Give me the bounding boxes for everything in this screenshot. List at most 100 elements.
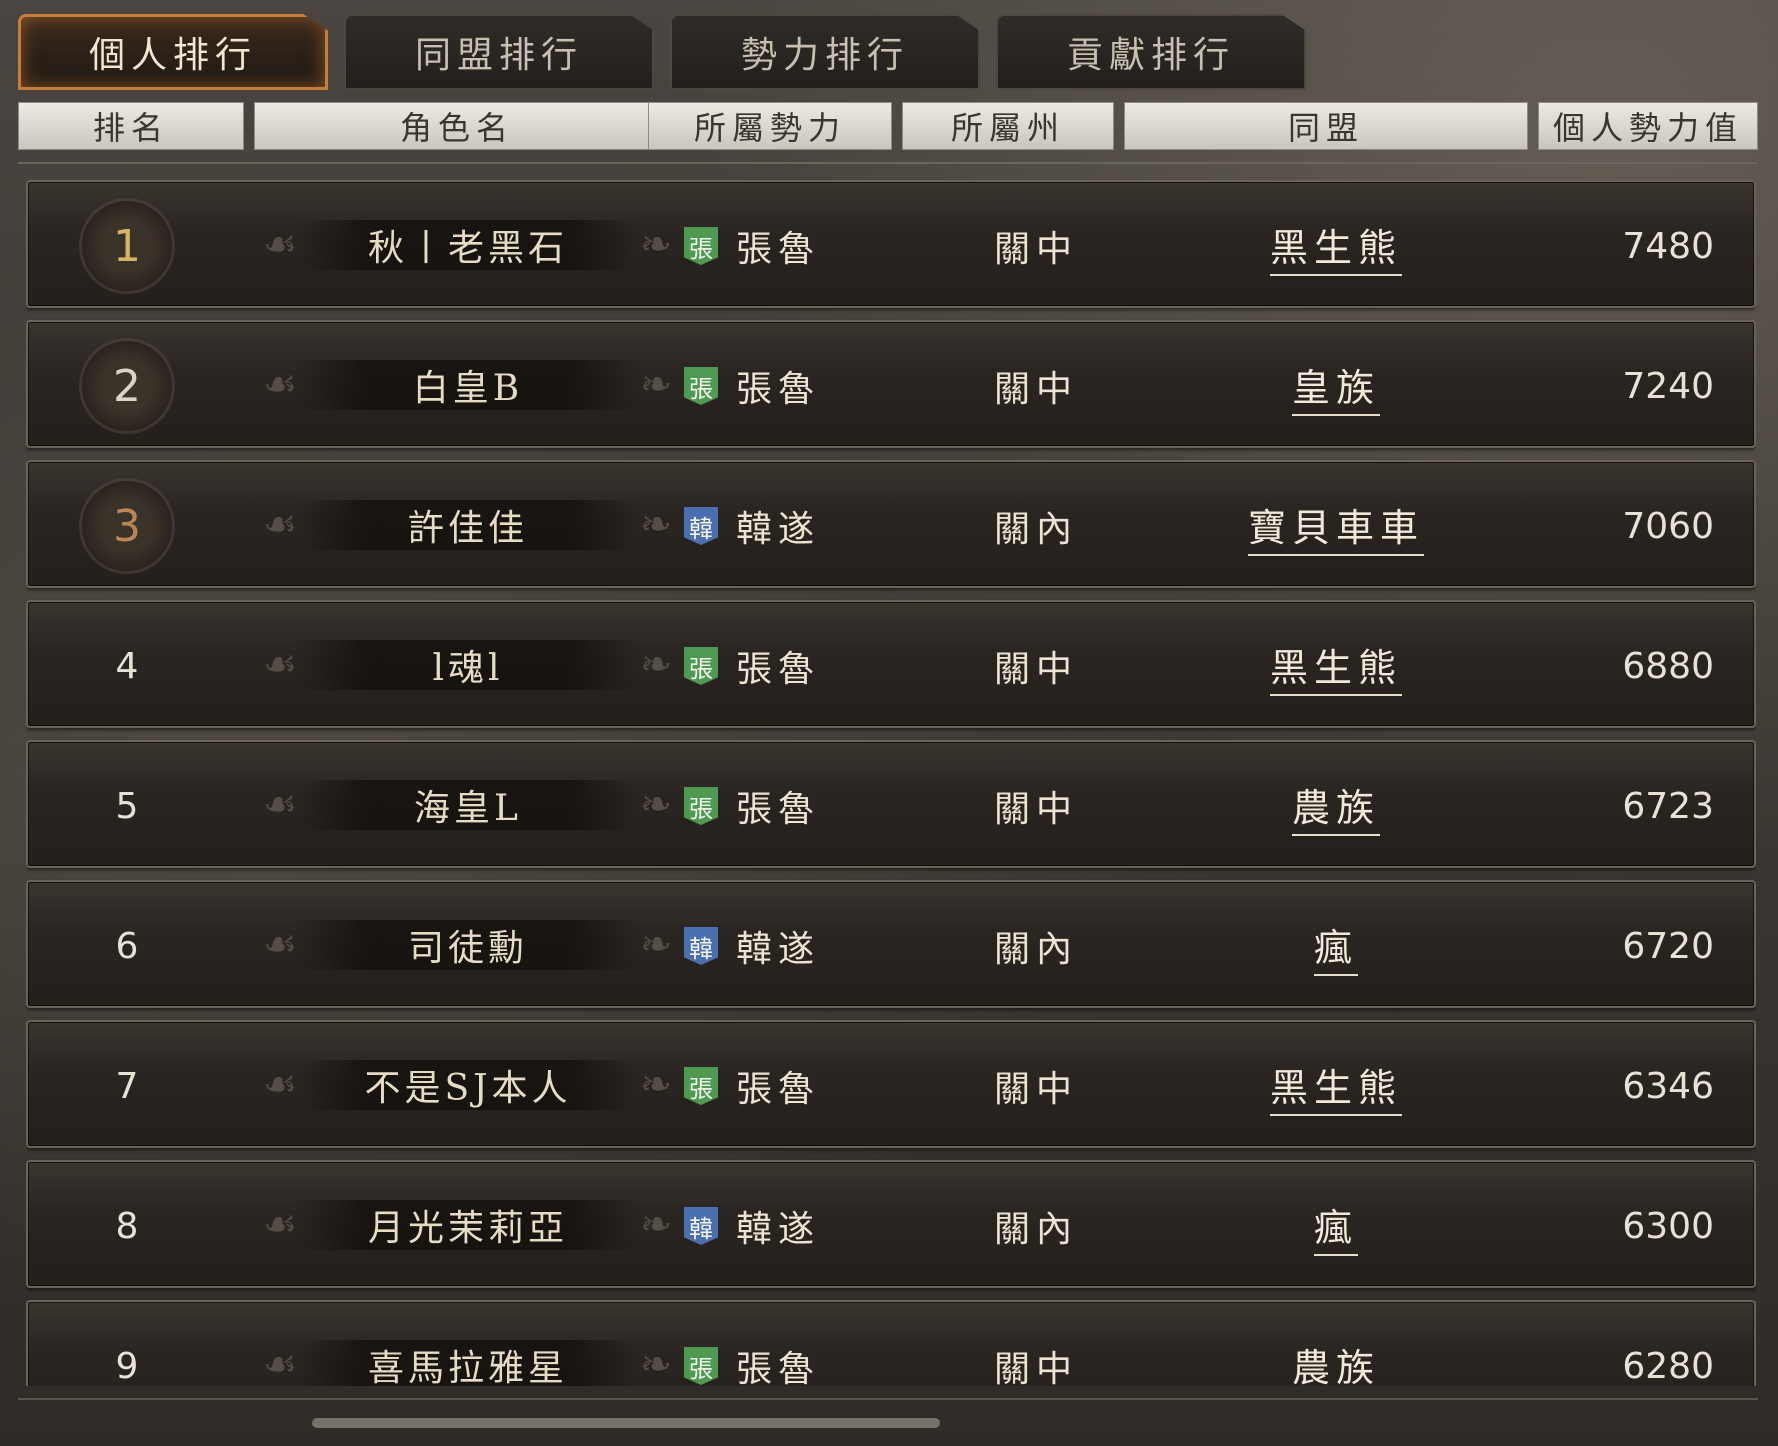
faction-cell: 張張魯: [684, 1060, 820, 1112]
faction-cell: 韓韓遂: [684, 1200, 820, 1252]
table-row[interactable]: 3 ☙ ❧ 許佳佳韓韓遂 關內 寶貝車車 7060: [26, 460, 1756, 588]
column-header-name[interactable]: 角色名: [254, 102, 660, 150]
power-value: 6300: [1622, 1205, 1714, 1247]
alliance-link[interactable]: 黑生熊: [1269, 217, 1402, 276]
power-value: 7060: [1622, 505, 1714, 547]
alliance-link[interactable]: 黑生熊: [1269, 637, 1402, 696]
power-value: 7480: [1622, 225, 1714, 267]
tab-faction-ranking[interactable]: 勢力排行: [670, 14, 980, 90]
region-name: 關中: [993, 1349, 1078, 1386]
column-header-faction[interactable]: 所屬勢力: [648, 102, 892, 150]
rank-number: 3: [82, 481, 172, 571]
alliance-link[interactable]: 黑生熊: [1269, 1057, 1402, 1116]
player-name[interactable]: 不是SJ本人: [258, 1056, 678, 1114]
power-value: 6346: [1622, 1065, 1714, 1107]
alliance-cell: 黑生熊: [1126, 1057, 1546, 1116]
ranking-tabs: 個人排行 同盟排行 勢力排行 貢獻排行: [18, 14, 1758, 90]
region-name: 關中: [993, 649, 1078, 690]
rank-number: 8: [115, 1205, 139, 1247]
faction-name: 張魯: [736, 229, 821, 270]
faction-badge-icon: 張: [684, 647, 718, 685]
player-name[interactable]: 喜馬拉雅星: [258, 1336, 678, 1386]
player-name[interactable]: 許佳佳: [258, 496, 678, 554]
faction-name: 張魯: [736, 1069, 821, 1110]
tab-alliance-ranking[interactable]: 同盟排行: [344, 14, 654, 90]
region-name: 關內: [993, 1209, 1078, 1250]
rank-number: 1: [82, 201, 172, 291]
player-name-cell: ☙ ❧ 不是SJ本人: [258, 1056, 678, 1114]
faction-name: 韓遂: [736, 929, 821, 970]
table-row[interactable]: 2 ☙ ❧ 白皇B 張張魯 關中 皇族 7240: [26, 320, 1756, 448]
rank-number: 7: [115, 1065, 139, 1107]
faction-cell: 張張魯: [684, 780, 820, 832]
region-name: 關內: [993, 509, 1078, 550]
power-value: 7240: [1622, 365, 1714, 407]
faction-cell: 張張魯: [684, 220, 820, 272]
faction-name: 韓遂: [736, 1209, 821, 1250]
faction-cell: 韓韓遂: [684, 920, 820, 972]
ranking-list[interactable]: 1 ☙ ❧ 秋丨老黑石張張魯 關中 黑生熊 7480 2 ☙ ❧ 白皇B 張張魯 關中 皇族 7240 3 ☙ ❧…: [26, 180, 1756, 1386]
faction-cell: 韓韓遂: [684, 500, 820, 552]
region-name: 關中: [993, 1069, 1078, 1110]
faction-badge-icon: 張: [684, 227, 718, 265]
tab-personal-ranking[interactable]: 個人排行: [18, 14, 328, 90]
alliance-link[interactable]: 農族: [1292, 1337, 1380, 1387]
player-name[interactable]: 司徒勳: [258, 916, 678, 974]
list-bottom-border: [18, 1398, 1758, 1400]
faction-badge-icon: 韓: [684, 507, 718, 545]
tab-contribution-ranking[interactable]: 貢獻排行: [996, 14, 1306, 90]
player-name[interactable]: l魂l: [258, 636, 678, 694]
player-name-cell: ☙ ❧ 許佳佳: [258, 496, 678, 554]
table-row[interactable]: 1 ☙ ❧ 秋丨老黑石張張魯 關中 黑生熊 7480: [26, 180, 1756, 308]
player-name[interactable]: 白皇B: [258, 356, 678, 414]
player-name-cell: ☙ ❧ 白皇B: [258, 356, 678, 414]
alliance-link[interactable]: 農族: [1291, 777, 1380, 836]
alliance-cell: 農族: [1126, 1337, 1546, 1387]
player-name-cell: ☙ ❧ 司徒勳: [258, 916, 678, 974]
region-name: 關中: [993, 369, 1078, 410]
player-name[interactable]: 海皇L: [258, 776, 678, 834]
alliance-cell: 黑生熊: [1126, 637, 1546, 696]
player-name-cell: ☙ ❧ 海皇L: [258, 776, 678, 834]
table-row[interactable]: 9 ☙ ❧ 喜馬拉雅星張張魯 關中 農族 6280: [26, 1300, 1756, 1386]
power-value: 6280: [1622, 1345, 1714, 1387]
faction-name: 張魯: [736, 649, 821, 690]
player-name[interactable]: 月光茉莉亞: [258, 1196, 678, 1254]
alliance-cell: 農族: [1126, 777, 1546, 836]
faction-badge-icon: 韓: [684, 927, 718, 965]
alliance-link[interactable]: 寶貝車車: [1247, 497, 1424, 556]
power-value: 6720: [1622, 925, 1714, 967]
faction-badge-icon: 張: [684, 787, 718, 825]
column-header-rank[interactable]: 排名: [18, 102, 244, 150]
table-row[interactable]: 7 ☙ ❧ 不是SJ本人張張魯 關中 黑生熊 6346: [26, 1020, 1756, 1148]
power-value: 6880: [1622, 645, 1714, 687]
horizontal-scrollbar[interactable]: [312, 1418, 940, 1428]
faction-name: 張魯: [736, 1349, 821, 1386]
column-header-region[interactable]: 所屬州: [902, 102, 1114, 150]
region-name: 關內: [993, 929, 1078, 970]
table-row[interactable]: 6 ☙ ❧ 司徒勳韓韓遂 關內 瘋 6720: [26, 880, 1756, 1008]
power-value: 6723: [1622, 785, 1714, 827]
alliance-link[interactable]: 瘋: [1313, 1197, 1358, 1256]
rank-number: 9: [115, 1345, 139, 1387]
faction-badge-icon: 韓: [684, 1207, 718, 1245]
region-name: 關中: [993, 229, 1078, 270]
alliance-cell: 瘋: [1126, 917, 1546, 976]
alliance-cell: 皇族: [1126, 357, 1546, 416]
player-name[interactable]: 秋丨老黑石: [258, 216, 678, 274]
faction-cell: 張張魯: [684, 640, 820, 692]
region-name: 關中: [993, 789, 1078, 830]
alliance-cell: 寶貝車車: [1126, 497, 1546, 556]
column-header-power[interactable]: 個人勢力值: [1538, 102, 1758, 150]
table-row[interactable]: 4 ☙ ❧ l魂l 張張魯 關中 黑生熊 6880: [26, 600, 1756, 728]
faction-name: 韓遂: [736, 509, 821, 550]
column-header-alliance[interactable]: 同盟: [1124, 102, 1528, 150]
player-name-cell: ☙ ❧ l魂l: [258, 636, 678, 694]
table-header: 排名 角色名 所屬勢力 所屬州 同盟 個人勢力值: [18, 102, 1758, 152]
alliance-link[interactable]: 皇族: [1291, 357, 1380, 416]
rank-number: 5: [115, 785, 139, 827]
table-row[interactable]: 5 ☙ ❧ 海皇L 張張魯 關中 農族 6723: [26, 740, 1756, 868]
alliance-link[interactable]: 瘋: [1313, 917, 1358, 976]
table-row[interactable]: 8 ☙ ❧ 月光茉莉亞韓韓遂 關內 瘋 6300: [26, 1160, 1756, 1288]
player-name-cell: ☙ ❧ 喜馬拉雅星: [258, 1336, 678, 1386]
